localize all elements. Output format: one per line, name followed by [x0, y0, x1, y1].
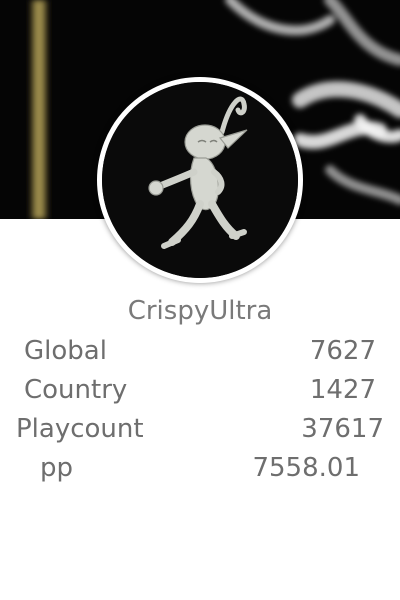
creature-avatar-icon [102, 82, 298, 278]
pp-label: pp [40, 453, 74, 483]
country-rank-value: 1427 [309, 375, 376, 405]
profile-card: CrispyUltra Global 7627 Country 1427 Pla… [0, 0, 400, 600]
playcount-label: Playcount [16, 414, 144, 444]
global-rank-value: 7627 [309, 336, 376, 366]
username: CrispyUltra [127, 296, 273, 326]
playcount-value: 37617 [301, 414, 384, 444]
pp-value: 7558.01 [252, 453, 360, 483]
avatar[interactable] [97, 77, 303, 283]
global-rank-label: Global [24, 336, 107, 366]
country-rank-label: Country [24, 375, 128, 405]
